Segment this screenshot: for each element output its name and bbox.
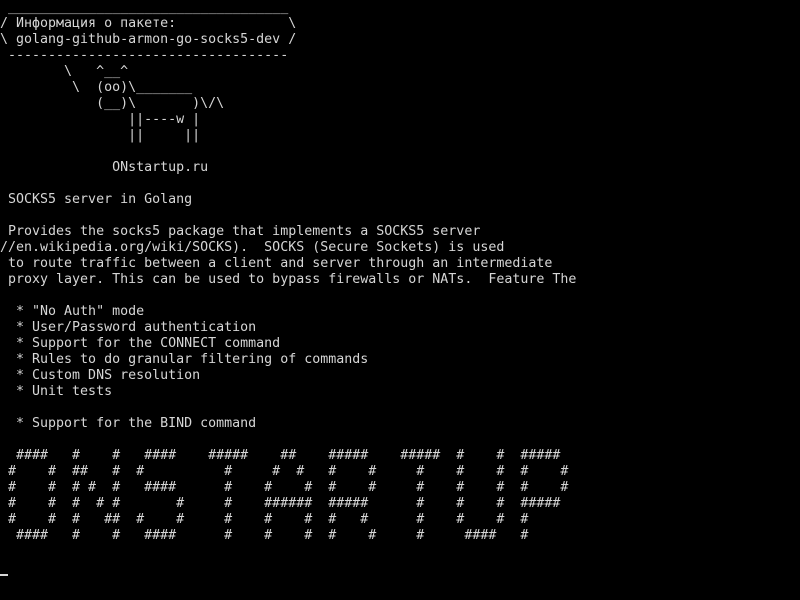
ascii-banner-line: #### # # #### ##### ## ##### ##### # # #… <box>0 448 561 463</box>
todo-item: * Support for the BIND command <box>0 416 257 431</box>
banner-bottom-border: ----------------------------------- <box>0 48 289 63</box>
ascii-banner-line: #### # # #### # # # # # # #### # <box>0 528 529 543</box>
banner-title-line: / Информация о пакете: \ <box>0 16 297 31</box>
description-line: proxy layer. This can be used to bypass … <box>0 272 577 287</box>
ascii-banner-line: # # # # # # # ###### ##### # # # ##### <box>0 496 561 511</box>
terminal-screen[interactable]: ___________________________________ / Ин… <box>0 0 800 600</box>
banner-top-border: ___________________________________ <box>0 0 289 15</box>
site-signature: ONstartup.ru <box>0 160 209 175</box>
cowsay-art-line: \ (oo)\_______ <box>0 80 193 95</box>
feature-item: * User/Password authentication <box>0 320 257 335</box>
feature-item: * Rules to do granular filtering of comm… <box>0 352 369 367</box>
description-line: to route traffic between a client and se… <box>0 256 553 271</box>
ascii-banner-line: # # ## # # # # # # # # # # # # <box>0 464 569 479</box>
package-summary: SOCKS5 server in Golang <box>0 192 193 207</box>
cowsay-art-line: (__)\ )\/\ <box>0 96 225 111</box>
text-cursor <box>0 574 8 576</box>
feature-item: * Custom DNS resolution <box>0 368 201 383</box>
ascii-banner-line: # # # ## # # # # # # # # # # # <box>0 512 529 527</box>
banner-package-line: \ golang-github-armon-go-socks5-dev / <box>0 32 297 47</box>
terminal-output: ___________________________________ / Ин… <box>0 0 576 544</box>
cowsay-art-line: ||----w | <box>0 112 201 127</box>
cowsay-art-line: \ ^__^ <box>0 64 129 79</box>
description-line: //en.wikipedia.org/wiki/SOCKS). SOCKS (S… <box>0 240 505 255</box>
feature-item: * Unit tests <box>0 384 113 399</box>
ascii-banner-line: # # # # # #### # # # # # # # # # # <box>0 480 569 495</box>
feature-item: * Support for the CONNECT command <box>0 336 281 351</box>
cowsay-art-line: || || <box>0 128 201 143</box>
description-line: Provides the socks5 package that impleme… <box>0 224 481 239</box>
feature-item: * "No Auth" mode <box>0 304 145 319</box>
